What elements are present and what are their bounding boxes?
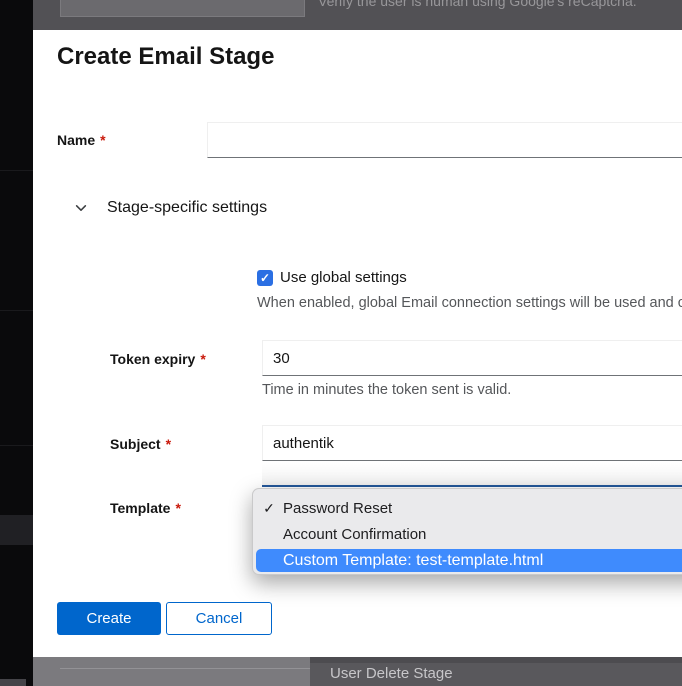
dropdown-option-label: Password Reset [283, 500, 392, 517]
dimmed-table-row: User Delete Stage [310, 657, 682, 686]
token-expiry-label: Token expiry * [110, 351, 206, 367]
template-dropdown-menu: ✓ Password Reset Account Confirmation Cu… [252, 488, 682, 575]
dropdown-option-account-confirmation[interactable]: Account Confirmation [253, 521, 682, 547]
subject-label: Subject * [110, 436, 171, 452]
required-asterisk: * [166, 436, 171, 452]
stage-specific-settings-toggle[interactable]: Stage-specific settings [74, 199, 267, 217]
subject-input[interactable] [262, 425, 682, 461]
dropdown-option-custom-template[interactable]: Custom Template: test-template.html [256, 549, 682, 572]
sidebar-divider [0, 445, 33, 446]
chevron-down-icon [74, 201, 88, 215]
name-input[interactable] [207, 122, 682, 158]
token-expiry-help: Time in minutes the token sent is valid. [262, 382, 511, 398]
use-global-settings-help: When enabled, global Email connection se… [257, 295, 682, 311]
dropdown-option-label: Account Confirmation [283, 526, 426, 543]
required-asterisk: * [175, 500, 180, 516]
app-sidebar [0, 0, 33, 686]
subject-label-text: Subject [110, 436, 161, 452]
template-label-text: Template [110, 500, 170, 516]
token-expiry-input[interactable] [262, 340, 682, 376]
sidebar-active-item [0, 515, 33, 545]
dimmed-background-top: Verify the user is human using Google's … [33, 0, 682, 30]
template-label: Template * [110, 500, 181, 516]
required-asterisk: * [100, 132, 105, 148]
dimmed-input-box [60, 0, 305, 17]
cancel-button[interactable]: Cancel [166, 602, 272, 635]
use-global-settings-checkbox[interactable]: ✓ [257, 270, 273, 286]
template-select[interactable] [262, 463, 682, 487]
modal-title: Create Email Stage [57, 43, 274, 71]
token-expiry-label-text: Token expiry [110, 351, 195, 367]
selected-check-icon: ✓ [261, 500, 277, 517]
section-header-label: Stage-specific settings [107, 199, 267, 217]
sidebar-divider [0, 170, 33, 171]
sidebar-divider [0, 310, 33, 311]
dimmed-background-bottom: User Delete Stage [33, 657, 682, 686]
dimmed-table [33, 657, 310, 686]
checkmark-icon: ✓ [260, 272, 270, 284]
dropdown-option-label: Custom Template: test-template.html [283, 552, 543, 570]
dropdown-option-password-reset[interactable]: ✓ Password Reset [253, 495, 682, 521]
dimmed-row-border [310, 657, 682, 663]
required-asterisk: * [200, 351, 205, 367]
dimmed-table-divider [60, 668, 310, 669]
name-label: Name * [57, 132, 106, 148]
dimmed-row-label: User Delete Stage [330, 665, 453, 682]
use-global-settings-label[interactable]: Use global settings [280, 269, 407, 286]
template-select-focus-underline [262, 485, 682, 487]
sidebar-corner-patch [0, 679, 26, 686]
create-email-stage-modal: Create Email Stage Name * Stage-specific … [33, 30, 682, 657]
dimmed-help-text: Verify the user is human using Google's … [318, 0, 637, 9]
screen: Verify the user is human using Google's … [0, 0, 682, 686]
create-button[interactable]: Create [57, 602, 161, 635]
name-label-text: Name [57, 132, 95, 148]
